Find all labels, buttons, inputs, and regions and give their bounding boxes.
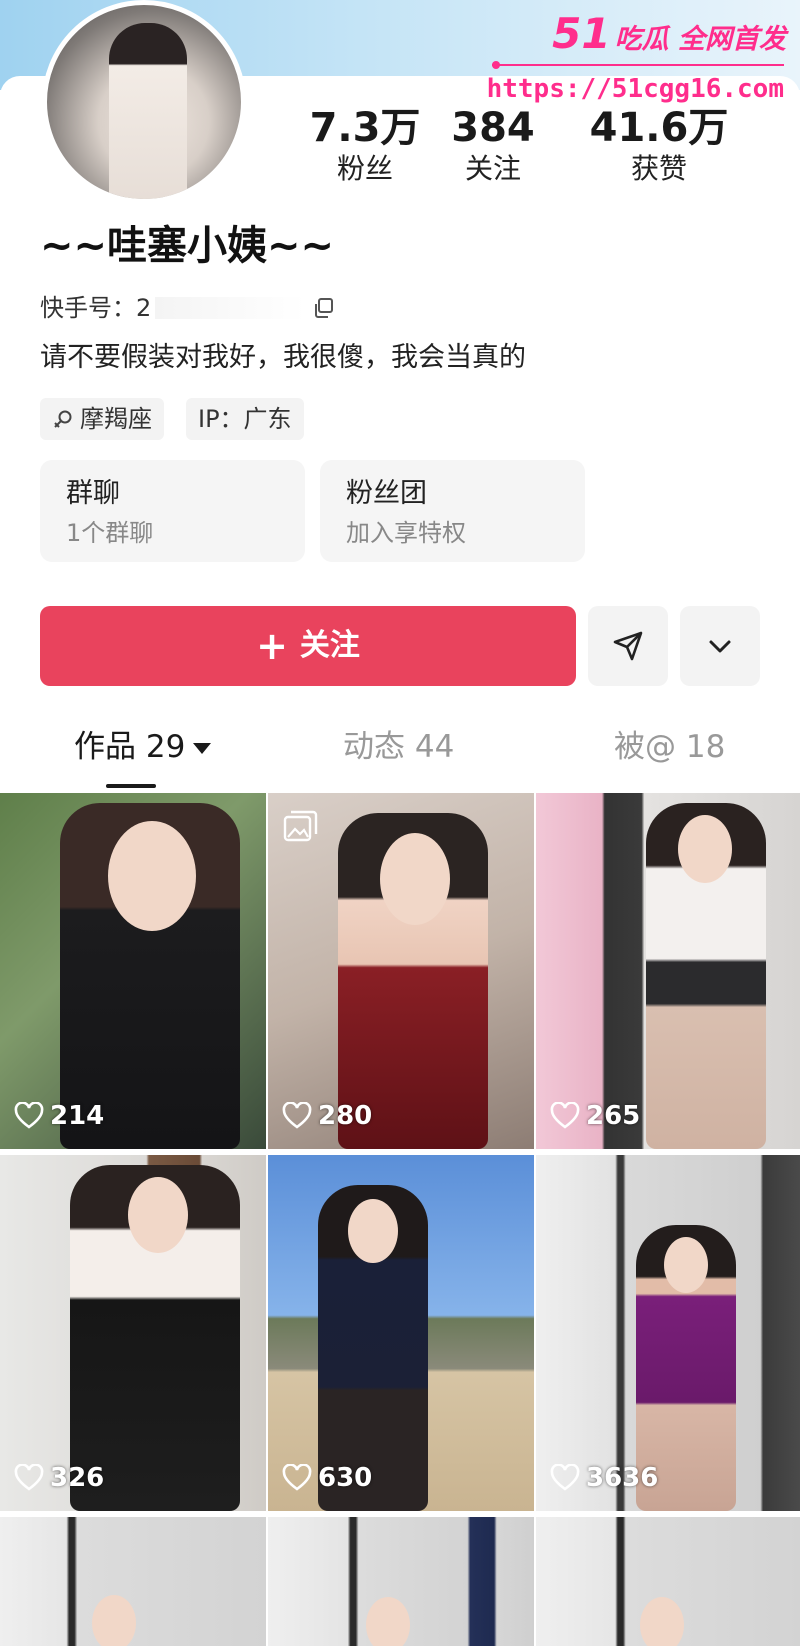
watermark-divider <box>492 61 784 69</box>
work-tile[interactable] <box>268 1517 534 1646</box>
watermark-brand: 51 吃瓜 全网首发 <box>552 9 786 58</box>
like-count-value: 265 <box>586 1101 641 1131</box>
card-subtitle: 1个群聊 <box>66 519 154 547</box>
like-count: 214 <box>14 1101 104 1131</box>
stat-label: 关注 <box>464 152 521 185</box>
work-photo-face <box>92 1595 136 1646</box>
work-photo-face <box>678 815 732 883</box>
work-photo-face <box>128 1177 188 1253</box>
work-tile[interactable]: 326 <box>0 1155 266 1511</box>
work-photo-face <box>108 821 196 931</box>
work-tile[interactable]: 280 <box>268 793 534 1149</box>
card-subtitle: 加入享特权 <box>346 519 466 547</box>
stat-label: 获赞 <box>630 152 687 185</box>
card-title: 粉丝团 <box>346 478 427 509</box>
work-photo-face <box>640 1597 684 1646</box>
work-photo-face <box>348 1199 398 1263</box>
share-button[interactable] <box>588 606 668 686</box>
multi-image-icon <box>283 810 318 842</box>
heart-icon <box>550 1102 580 1129</box>
avatar-photo <box>109 23 187 199</box>
work-photo-face <box>366 1597 410 1646</box>
caret-down-icon <box>193 743 212 754</box>
profile-stats: 7.3万 粉丝 384 关注 41.6万 获赞 <box>290 105 760 195</box>
tab-label: 被@ 18 <box>614 729 726 765</box>
stat-value: 41.6万 <box>589 105 729 151</box>
like-count: 280 <box>282 1101 372 1131</box>
like-count: 326 <box>14 1463 104 1493</box>
send-icon <box>613 631 643 661</box>
heart-icon <box>282 1464 312 1491</box>
work-tile[interactable] <box>536 1517 800 1646</box>
stat-likes[interactable]: 41.6万 获赞 <box>584 105 734 187</box>
work-tile[interactable]: 630 <box>268 1155 534 1511</box>
watermark-url: https://51cgg16.com <box>486 74 784 104</box>
user-id-redacted <box>155 297 306 319</box>
plus-icon: + <box>256 624 288 668</box>
tab-label: 动态 44 <box>343 729 455 765</box>
like-count: 3636 <box>550 1463 658 1493</box>
tab-moments[interactable]: 动态 44 <box>343 725 454 769</box>
work-tile[interactable]: 265 <box>536 793 800 1149</box>
like-count-value: 214 <box>50 1101 105 1131</box>
stat-following[interactable]: 384 关注 <box>418 105 568 187</box>
tag-ip: IP：广东 <box>186 398 304 440</box>
zodiac-icon <box>54 410 72 428</box>
like-count-value: 630 <box>318 1463 373 1493</box>
profile-bio: 请不要假装对我好，我很傻，我会当真的 <box>40 342 526 373</box>
follow-button[interactable]: + 关注 <box>40 606 576 686</box>
watermark: 51 吃瓜 全网首发 https://51cgg16.com <box>487 8 792 105</box>
work-photo-face <box>380 833 450 925</box>
like-count-value: 326 <box>50 1463 105 1493</box>
like-count-value: 3636 <box>586 1463 659 1493</box>
watermark-number: 51 <box>552 9 611 58</box>
tab-works[interactable]: 作品 29 <box>74 725 212 769</box>
profile-nickname: ~~哇塞小姨~~ <box>40 223 335 269</box>
tag-zodiac: 摩羯座 <box>40 398 164 440</box>
watermark-text: 吃瓜 全网首发 <box>614 24 786 55</box>
like-count-value: 280 <box>318 1101 373 1131</box>
heart-icon <box>550 1464 580 1491</box>
tab-label: 作品 29 <box>74 729 186 765</box>
avatar[interactable] <box>42 0 246 204</box>
work-tile[interactable]: 3636 <box>536 1155 800 1511</box>
chevron-down-icon <box>709 640 731 653</box>
tab-indicator <box>106 784 156 788</box>
tag-text: IP：广东 <box>198 405 292 433</box>
user-id-row: 快手号：2 <box>40 292 306 324</box>
like-count: 630 <box>282 1463 372 1493</box>
stat-value: 384 <box>451 105 535 151</box>
work-tile[interactable] <box>0 1517 266 1646</box>
group-chat-card[interactable]: 群聊 1个群聊 <box>40 460 305 562</box>
heart-icon <box>14 1102 44 1129</box>
tab-mentioned[interactable]: 被@ 18 <box>614 725 725 769</box>
tag-text: 摩羯座 <box>80 405 152 433</box>
user-id-label: 快手号：2 <box>40 294 152 322</box>
copy-icon[interactable] <box>312 296 336 320</box>
fan-club-card[interactable]: 粉丝团 加入享特权 <box>320 460 585 562</box>
heart-icon <box>14 1464 44 1491</box>
more-button[interactable] <box>680 606 760 686</box>
work-tile[interactable]: 214 <box>0 793 266 1149</box>
heart-icon <box>282 1102 312 1129</box>
like-count: 265 <box>550 1101 640 1131</box>
work-photo-face <box>664 1237 708 1293</box>
follow-label: 关注 <box>299 628 360 663</box>
card-title: 群聊 <box>66 478 120 509</box>
